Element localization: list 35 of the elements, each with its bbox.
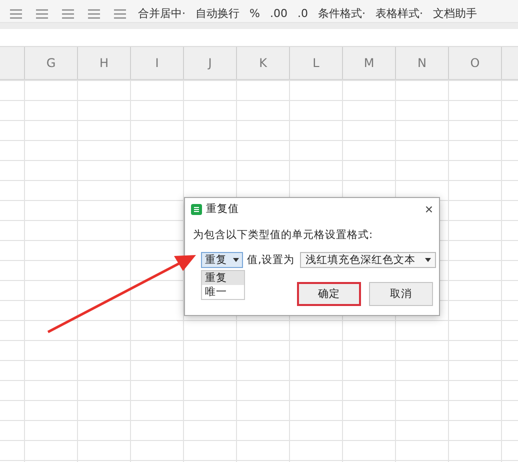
close-button[interactable]: × (424, 201, 433, 217)
caret-icon (233, 258, 239, 262)
column-header[interactable]: M (343, 47, 396, 79)
toolbar-button[interactable]: 表格样式· (375, 7, 423, 20)
cancel-button[interactable]: 取消 (369, 282, 433, 306)
caret-icon (425, 258, 432, 262)
ok-button[interactable]: 确定 (297, 282, 361, 306)
column-header[interactable]: I (131, 47, 184, 79)
toolbar-button[interactable]: 文档助手 (432, 7, 477, 20)
column-header[interactable]: G (25, 47, 78, 79)
type-dropdown[interactable]: 重复 (201, 252, 243, 268)
format-label: 值,设置为 (247, 253, 294, 267)
align-icon[interactable] (8, 9, 24, 19)
column-header[interactable]: O (449, 47, 502, 79)
toolbar-button[interactable]: .00 (270, 7, 288, 20)
column-header[interactable]: L (290, 47, 343, 79)
align-icon[interactable] (34, 9, 50, 19)
column-header[interactable]: K (237, 47, 290, 79)
toolbar-button[interactable]: % (250, 7, 260, 20)
align-icon[interactable] (60, 9, 76, 19)
format-dropdown[interactable]: 浅红填充色深红色文本 (300, 252, 436, 268)
column-header[interactable]: H (78, 47, 131, 79)
align-icon[interactable] (86, 9, 102, 19)
dropdown-option[interactable]: 重复 (202, 271, 244, 285)
toolbar-button[interactable]: 合并居中· (138, 7, 186, 20)
dialog-title: 重复值 (206, 202, 240, 216)
toolbar-button[interactable]: 自动换行 (196, 7, 240, 20)
toolbar-button[interactable]: .0 (297, 7, 308, 20)
prompt-text: 为包含以下类型值的单元格设置格式: (193, 228, 374, 242)
column-header[interactable]: J (184, 47, 237, 79)
column-header[interactable]: N (396, 47, 449, 79)
toolbar-button[interactable]: 条件格式· (318, 7, 366, 20)
align-icon[interactable] (112, 9, 128, 19)
app-logo-icon (191, 204, 202, 214)
dropdown-option[interactable]: 唯一 (202, 285, 244, 299)
